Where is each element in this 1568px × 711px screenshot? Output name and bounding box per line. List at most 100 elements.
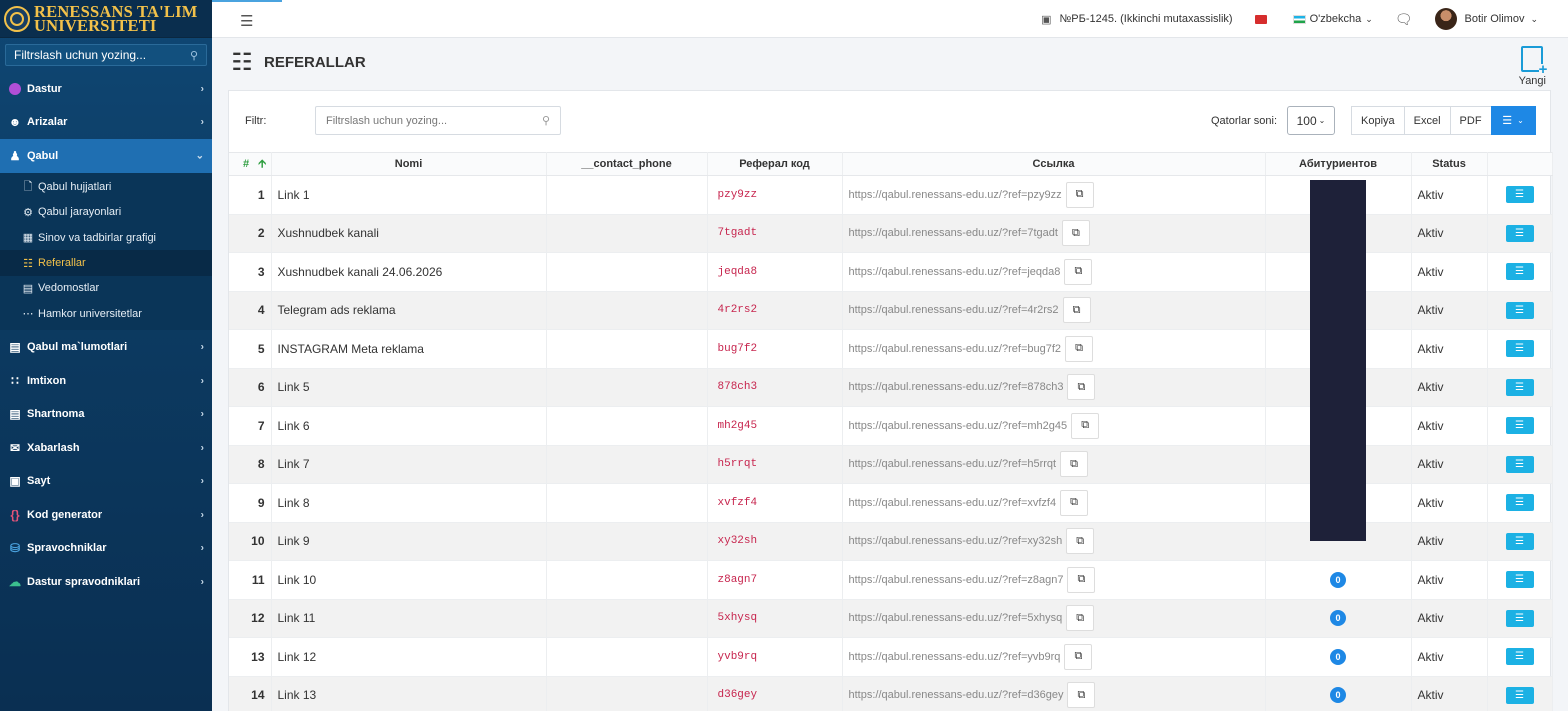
referral-link[interactable]: https://qabul.renessans-edu.uz/?ref=7tga…: [849, 227, 1058, 239]
columns-menu-button[interactable]: ☰ ⌄: [1490, 106, 1536, 135]
table-row[interactable]: 12 Link 11 5xhysq https://qabul.renessans-e…: [229, 599, 1553, 638]
video-button[interactable]: [1254, 14, 1271, 24]
referral-link[interactable]: https://qabul.renessans-edu.uz/?ref=yvb9…: [849, 651, 1061, 663]
referral-link[interactable]: https://qabul.renessans-edu.uz/?ref=h5rr…: [849, 458, 1057, 470]
sidebar-item-dastur[interactable]: Dastur ›: [0, 72, 212, 106]
copy-link-button[interactable]: ⧉: [1064, 258, 1093, 285]
column-header-link[interactable]: Ссылка: [842, 152, 1266, 176]
table-row[interactable]: 13 Link 12 yvb9rq https://qabul.renessans-e…: [229, 637, 1553, 677]
sidebar-item-sayt[interactable]: ▣ Sayt ›: [0, 464, 212, 498]
referral-link[interactable]: https://qabul.renessans-edu.uz/?ref=d36g…: [849, 689, 1064, 701]
copy-link-button[interactable]: ⧉: [1060, 451, 1089, 478]
referral-link[interactable]: https://qabul.renessans-edu.uz/?ref=z8ag…: [849, 574, 1064, 586]
list-icon: ☰: [1515, 574, 1524, 586]
column-header-count[interactable]: Абитуриентов: [1265, 152, 1412, 176]
row-actions-button[interactable]: ☰: [1505, 648, 1534, 666]
copy-link-button[interactable]: ⧉: [1065, 181, 1094, 208]
column-header-num[interactable]: # 🡩: [229, 152, 272, 176]
referral-link[interactable]: https://qabul.renessans-edu.uz/?ref=5xhy…: [849, 612, 1063, 624]
hamburger-menu-icon[interactable]: ☰: [240, 12, 253, 30]
row-actions-button[interactable]: ☰: [1505, 455, 1534, 473]
copy-link-button[interactable]: ⧉: [1071, 412, 1100, 439]
column-header-name[interactable]: Nomi: [271, 152, 547, 176]
copy-link-button[interactable]: ⧉: [1060, 489, 1089, 516]
rows-count-select[interactable]: 100 ⌄: [1287, 106, 1335, 135]
copy-link-button[interactable]: ⧉: [1067, 566, 1096, 593]
excel-export-button[interactable]: Excel: [1403, 106, 1451, 135]
sidebar-subitem-vedomostlar[interactable]: ▤ Vedomostlar: [0, 276, 212, 301]
list-icon: ☰: [1515, 381, 1524, 393]
row-actions-button[interactable]: ☰: [1505, 571, 1534, 589]
referral-code: bug7f2: [707, 329, 843, 369]
contact-phone-cell: [546, 676, 708, 711]
sidebar-item-spravochniklar[interactable]: ⛁ Spravochniklar ›: [0, 531, 212, 565]
copy-link-button[interactable]: ⧉: [1065, 335, 1094, 362]
referral-link[interactable]: https://qabul.renessans-edu.uz/?ref=xy32…: [849, 535, 1063, 547]
copy-link-button[interactable]: ⧉: [1061, 220, 1090, 247]
referral-link[interactable]: https://qabul.renessans-edu.uz/?ref=bug7…: [849, 343, 1062, 355]
referral-link[interactable]: https://qabul.renessans-edu.uz/?ref=xvfz…: [849, 497, 1057, 509]
row-actions-button[interactable]: ☰: [1505, 224, 1534, 242]
brand-logo[interactable]: RENESSANS TA'LIM UNIVERSITETI: [0, 0, 212, 38]
column-header-status[interactable]: Status: [1411, 152, 1488, 176]
pdf-export-button[interactable]: PDF: [1449, 106, 1492, 135]
applicants-count-badge[interactable]: 0: [1330, 687, 1346, 704]
row-actions-button[interactable]: ☰: [1505, 532, 1534, 550]
row-actions-button[interactable]: ☰: [1505, 417, 1534, 435]
referral-link[interactable]: https://qabul.renessans-edu.uz/?ref=878c…: [849, 381, 1064, 393]
applicants-count-badge[interactable]: 0: [1330, 648, 1346, 665]
row-actions-button[interactable]: ☰: [1505, 609, 1534, 627]
sidebar-item-kod-generator[interactable]: {} Kod generator ›: [0, 498, 212, 532]
filter-input[interactable]: Filtrslash uchun yozing... ⚲: [315, 106, 561, 135]
column-header-code[interactable]: Реферал код: [707, 152, 843, 176]
row-actions-button[interactable]: ☰: [1505, 186, 1534, 204]
referral-link[interactable]: https://qabul.renessans-edu.uz/?ref=jeqd…: [849, 266, 1061, 278]
referral-link[interactable]: https://qabul.renessans-edu.uz/?ref=pzy9…: [849, 189, 1062, 201]
table-row[interactable]: 11 Link 10 z8agn7 https://qabul.renessans-e…: [229, 560, 1553, 600]
sidebar-subitem-referallar[interactable]: ☷ Referallar: [0, 250, 212, 276]
file-icon: 🗋: [23, 180, 33, 193]
sidebar-subitem-sinov-grafigi[interactable]: ▦ Sinov va tadbirlar grafigi: [0, 225, 212, 250]
applicants-count-badge[interactable]: 0: [1330, 571, 1346, 588]
sidebar-item-dastur-spravodniklari[interactable]: ☁ Dastur spravodniklari ›: [0, 565, 212, 599]
row-actions-button[interactable]: ☰: [1505, 340, 1534, 358]
sidebar-item-qabul-malumotlari[interactable]: ▤ Qabul ma`lumotlari ›: [0, 330, 212, 364]
row-actions-button[interactable]: ☰: [1505, 378, 1534, 396]
sidebar-item-xabarlash[interactable]: ✉ Xabarlash ›: [0, 431, 212, 465]
sidebar-subitem-label: Vedomostlar: [38, 282, 100, 295]
copy-link-button[interactable]: ⧉: [1066, 528, 1095, 555]
applicants-count-badge[interactable]: 0: [1330, 610, 1346, 627]
sidebar-item-imtixon[interactable]: ∷ Imtixon ›: [0, 364, 212, 398]
language-selector[interactable]: O'zbekcha ⌄: [1292, 13, 1373, 25]
new-button[interactable]: Yangi: [1519, 46, 1548, 87]
referral-link[interactable]: https://qabul.renessans-edu.uz/?ref=mh2g…: [849, 420, 1068, 432]
column-header-phone[interactable]: __contact_phone: [546, 152, 708, 176]
copy-link-button[interactable]: ⧉: [1067, 374, 1096, 401]
copy-export-button[interactable]: Kopiya: [1351, 106, 1405, 135]
referral-code: yvb9rq: [707, 637, 843, 677]
row-actions-button[interactable]: ☰: [1505, 263, 1534, 281]
position-selector[interactable]: ▣ №РБ-1245. (Ikkinchi mutaxassislik): [1041, 13, 1232, 26]
copy-link-button[interactable]: ⧉: [1066, 605, 1095, 632]
sidebar-item-arizalar[interactable]: ☻ Arizalar ›: [0, 106, 212, 140]
topbar-right: ▣ №РБ-1245. (Ikkinchi mutaxassislik) O'z…: [1019, 0, 1538, 38]
copy-link-button[interactable]: ⧉: [1064, 643, 1093, 670]
table-row[interactable]: 14 Link 13 d36gey https://qabul.renessans-e…: [229, 676, 1553, 711]
cloud-icon: ☁: [9, 574, 21, 589]
row-actions-button[interactable]: ☰: [1505, 494, 1534, 512]
sidebar-item-shartnoma[interactable]: ▤ Shartnoma ›: [0, 397, 212, 431]
chevron-down-icon: ⌄: [1318, 116, 1326, 125]
sidebar-item-qabul[interactable]: ♟ Qabul ⌄: [0, 139, 212, 173]
row-actions-button[interactable]: ☰: [1505, 686, 1534, 704]
copy-link-button[interactable]: ⧉: [1067, 682, 1096, 709]
copy-link-button[interactable]: ⧉: [1062, 297, 1091, 324]
sidebar-subitem-hamkor-universitetlar[interactable]: ⋯ Hamkor universitetlar: [0, 301, 212, 326]
sidebar-subitem-qabul-hujjatlari[interactable]: 🗋 Qabul hujjatlari: [0, 175, 212, 200]
messages-button[interactable]: 🗨: [1395, 11, 1413, 28]
row-actions-button[interactable]: ☰: [1505, 301, 1534, 319]
row-actions-cell: ☰: [1487, 291, 1553, 330]
user-menu[interactable]: Botir Olimov ⌄: [1434, 8, 1538, 30]
sidebar-search-input[interactable]: Filtrslash uchun yozing... ⚲: [5, 44, 207, 66]
referral-link[interactable]: https://qabul.renessans-edu.uz/?ref=4r2r…: [849, 304, 1059, 316]
sidebar-subitem-qabul-jarayonlari[interactable]: ⚙ Qabul jarayonlari: [0, 200, 212, 225]
